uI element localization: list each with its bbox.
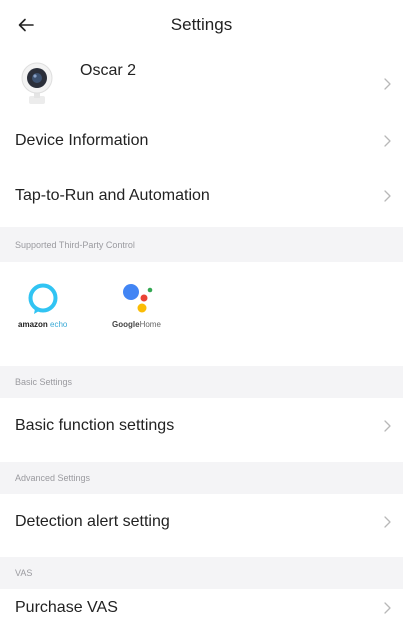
device-information-row[interactable]: Device Information	[0, 116, 403, 166]
chevron-right-icon	[384, 135, 391, 147]
section-title-vas: VAS	[15, 568, 33, 578]
section-title-basic: Basic Settings	[15, 377, 73, 387]
camera-thumbnail	[21, 62, 53, 104]
section-title-advanced: Advanced Settings	[15, 473, 91, 483]
device-name: Oscar 2	[80, 62, 137, 79]
google-home-item[interactable]: GoogleHome	[112, 280, 161, 329]
section-header-basic: Basic Settings	[0, 366, 403, 398]
basic-function-settings-row[interactable]: Basic function settings	[0, 400, 403, 452]
chevron-right-icon	[384, 516, 391, 528]
google-home-label: GoogleHome	[112, 320, 161, 329]
header-bar: Settings	[0, 0, 403, 50]
section-header-advanced: Advanced Settings	[0, 462, 403, 494]
purchase-vas-label: Purchase VAS	[15, 599, 118, 616]
purchase-vas-row[interactable]: Purchase VAS	[0, 591, 403, 625]
chevron-right-icon	[384, 78, 391, 90]
tap-to-run-label: Tap-to-Run and Automation	[15, 187, 210, 204]
section-title-third-party: Supported Third-Party Control	[15, 239, 135, 250]
amazon-echo-label: amazon echo	[18, 320, 68, 329]
section-header-vas: VAS	[0, 557, 403, 589]
chevron-right-icon	[384, 602, 391, 614]
amazon-echo-item[interactable]: amazon echo	[18, 282, 67, 329]
detection-alert-setting-label: Detection alert setting	[15, 513, 170, 530]
basic-function-settings-label: Basic function settings	[15, 417, 175, 434]
section-header-third-party: Supported Third-Party Control	[0, 227, 403, 262]
alexa-ring-icon	[28, 283, 58, 314]
device-row[interactable]: Oscar 2	[0, 56, 403, 112]
detection-alert-setting-row[interactable]: Detection alert setting	[0, 496, 403, 548]
chevron-right-icon	[384, 420, 391, 432]
chevron-right-icon	[384, 190, 391, 202]
device-information-label: Device Information	[15, 132, 149, 149]
tap-to-run-row[interactable]: Tap-to-Run and Automation	[0, 171, 403, 221]
google-assistant-icon	[123, 284, 153, 313]
page-title: Settings	[170, 15, 233, 34]
third-party-control-list: amazon echo GoogleHome	[0, 262, 403, 360]
